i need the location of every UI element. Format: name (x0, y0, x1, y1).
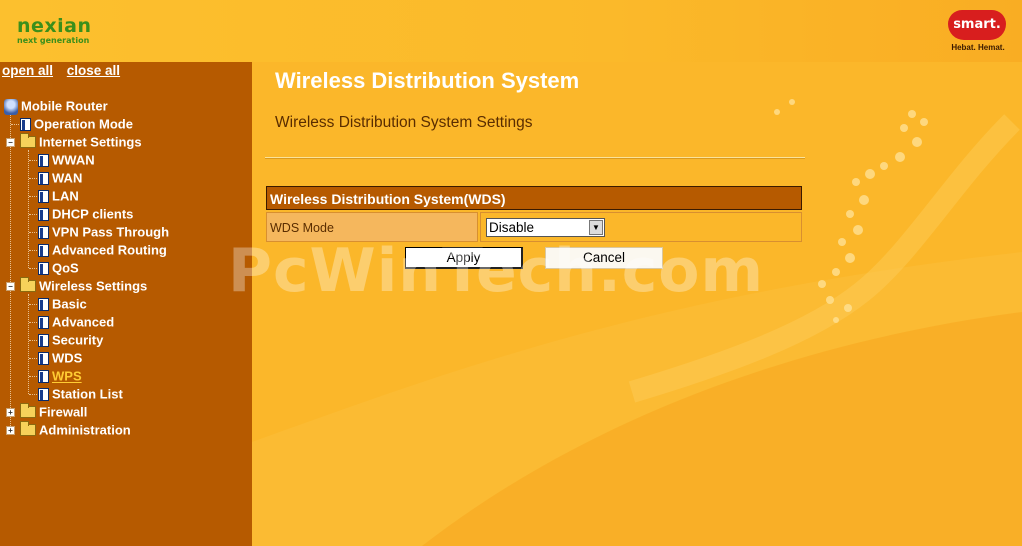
smart-logo: smart. Hebat. Hemat. (942, 10, 1014, 56)
tree-line (11, 124, 19, 125)
dropdown-arrow-icon[interactable]: ▼ (589, 220, 603, 235)
sidebar-nav: open all close all Mobile Router Operati… (0, 62, 252, 546)
page-subtitle: Wireless Distribution System Settings (275, 114, 533, 131)
tree-line (29, 178, 37, 179)
main-content: Wireless Distribution System Wireless Di… (252, 62, 1022, 546)
background-art (252, 99, 1022, 546)
tree-line (29, 322, 37, 323)
cancel-button[interactable]: Cancel (545, 247, 663, 269)
brand-name: nexian (17, 15, 92, 37)
sidebar-item-internet-settings[interactable]: Internet Settings (20, 132, 142, 151)
tree-line (29, 268, 37, 269)
sidebar-item-firewall[interactable]: Firewall (20, 402, 87, 421)
sidebar-item-wwan[interactable]: WWAN (38, 151, 95, 169)
nexian-logo: nexian next generation (17, 15, 92, 46)
page-icon (38, 262, 49, 276)
folder-icon (20, 402, 36, 418)
collapse-icon[interactable]: − (6, 282, 15, 291)
sidebar-item-advanced-routing[interactable]: Advanced Routing (38, 241, 167, 259)
tree-line (29, 394, 37, 395)
page-icon (38, 226, 49, 240)
tree-toggle-links: open all close all (2, 63, 130, 78)
sidebar-item-advanced[interactable]: Advanced (38, 313, 114, 331)
tree-line (29, 160, 37, 161)
page-icon (38, 316, 49, 330)
tree-line (29, 214, 37, 215)
wds-settings-table: Wireless Distribution System(WDS) WDS Mo… (266, 186, 802, 242)
tree-line (29, 376, 37, 377)
sidebar-item-basic[interactable]: Basic (38, 295, 87, 313)
sidebar-item-security[interactable]: Security (38, 331, 103, 349)
sidebar-item-vpn-pass-through[interactable]: VPN Pass Through (38, 223, 169, 241)
sidebar-item-dhcp-clients[interactable]: DHCP clients (38, 205, 133, 223)
tree-line (29, 304, 37, 305)
tree-line (29, 358, 37, 359)
tree-line (29, 232, 37, 233)
sidebar-item-wds[interactable]: WDS (38, 349, 82, 367)
sidebar-item-lan[interactable]: LAN (38, 187, 79, 205)
expand-icon[interactable]: + (6, 426, 15, 435)
close-all-link[interactable]: close all (67, 63, 120, 78)
page-icon (38, 172, 49, 186)
tree-line (29, 250, 37, 251)
sidebar-item-station-list[interactable]: Station List (38, 385, 123, 403)
page-icon (38, 244, 49, 258)
collapse-icon[interactable]: − (6, 138, 15, 147)
page-icon (38, 370, 49, 384)
sidebar-item-wireless-settings[interactable]: Wireless Settings (20, 276, 147, 295)
page-icon (38, 298, 49, 312)
apply-button[interactable]: Apply (405, 247, 523, 269)
tree-line (29, 196, 37, 197)
page-icon (38, 388, 49, 402)
expand-icon[interactable]: + (6, 408, 15, 417)
wds-mode-select[interactable]: Disable ▼ (486, 218, 605, 237)
router-icon (4, 98, 18, 115)
sidebar-item-wps[interactable]: WPS (38, 367, 82, 385)
folder-icon (20, 420, 36, 436)
table-row: WDS Mode Disable ▼ (266, 212, 802, 242)
page-icon (20, 118, 31, 132)
page-icon (38, 190, 49, 204)
page-icon (38, 154, 49, 168)
wds-mode-value: Disable (489, 220, 535, 235)
wds-mode-label: WDS Mode (266, 212, 478, 242)
header: nexian next generation smart. Hebat. Hem… (0, 0, 1022, 62)
brand-tagline: next generation (17, 36, 90, 45)
tree-line (29, 340, 37, 341)
partner-badge: smart. (948, 10, 1006, 40)
section-divider (265, 157, 805, 159)
sidebar-item-operation-mode[interactable]: Operation Mode (20, 115, 133, 133)
folder-open-icon (20, 132, 36, 148)
sidebar-item-qos[interactable]: QoS (38, 259, 79, 277)
page-icon (38, 352, 49, 366)
page-icon (38, 334, 49, 348)
partner-tagline: Hebat. Hemat. (951, 43, 1005, 52)
tree-root[interactable]: Mobile Router (4, 97, 108, 115)
tree-line (10, 114, 11, 432)
sidebar-item-wan[interactable]: WAN (38, 169, 82, 187)
open-all-link[interactable]: open all (2, 63, 53, 78)
tree-line (28, 294, 29, 394)
table-header: Wireless Distribution System(WDS) (266, 186, 802, 210)
folder-open-icon (20, 276, 36, 292)
sidebar-item-administration[interactable]: Administration (20, 420, 131, 439)
page-icon (38, 208, 49, 222)
page-title: Wireless Distribution System (275, 68, 580, 93)
wds-mode-cell: Disable ▼ (480, 212, 802, 242)
